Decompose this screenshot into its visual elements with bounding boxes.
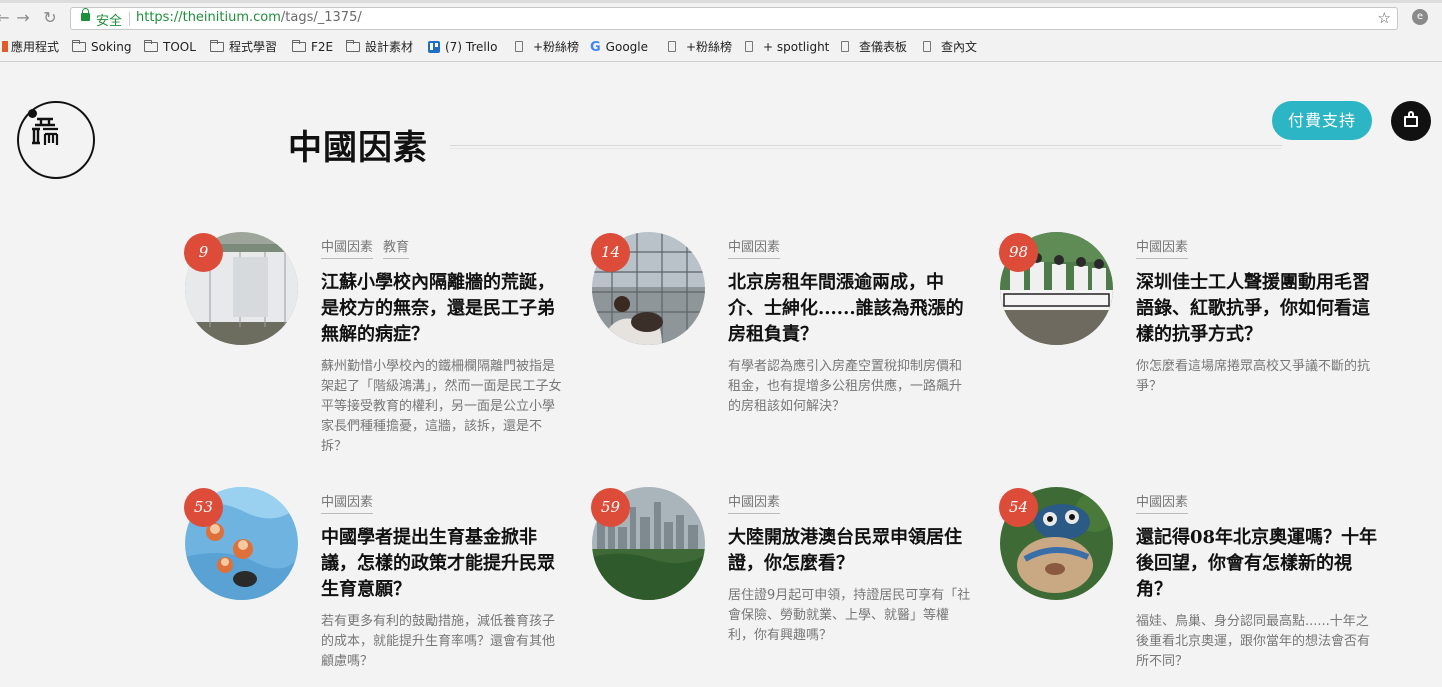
- article-tags: 中國因素: [728, 491, 790, 514]
- folder-icon: [346, 40, 360, 52]
- page-icon: [923, 41, 931, 52]
- url-path: /tags/_1375/: [280, 10, 362, 25]
- tag-link[interactable]: 中國因素: [728, 236, 781, 259]
- tab-strip-edge: [0, 0, 1442, 3]
- bookmark-label: F2E: [311, 40, 334, 54]
- bookmark-label: 設計素材: [365, 40, 414, 54]
- bookmark-tool[interactable]: TOOL: [144, 38, 196, 56]
- bookmark-label: 查儀表板: [859, 40, 908, 54]
- page-title: 中國因素: [288, 128, 428, 168]
- trello-icon: [428, 41, 440, 53]
- bookmark-label: 查內文: [941, 40, 978, 54]
- article-summary: 若有更多有利的鼓勵措施，減低養育孩子的成本，就能提升生育率嗎？還會有其他顧慮嗎？: [321, 614, 556, 669]
- bookmark-programming[interactable]: 程式學習: [210, 38, 277, 56]
- address-separator: [129, 12, 130, 26]
- article-title[interactable]: 中國學者提出生育基金掀非議，怎樣的政策才能提升民眾生育意願？: [321, 525, 566, 603]
- bookmark-trello[interactable]: (7) Trello: [428, 38, 497, 56]
- page-icon: [841, 41, 849, 52]
- bookmark-label: Soking: [91, 40, 132, 54]
- page-icon: [668, 41, 676, 52]
- folder-icon: [144, 40, 158, 52]
- article-title[interactable]: 深圳佳士工人聲援團動用毛習語錄、紅歌抗爭，你如何看這樣的抗爭方式？: [1136, 270, 1381, 348]
- bookmark-label: +粉絲榜: [533, 40, 580, 54]
- tag-link[interactable]: 中國因素: [1136, 236, 1189, 259]
- bookmark-spotlight[interactable]: + spotlight: [745, 38, 829, 56]
- article-card[interactable]: 14 中國因素 北京房租年間漲逾兩成，中介、士紳化......誰該為飛漲的房租負…: [591, 232, 992, 432]
- bookmark-label: TOOL: [163, 40, 196, 54]
- apps-icon: [2, 41, 8, 52]
- tag-link[interactable]: 教育: [383, 236, 410, 259]
- article-card[interactable]: 53 中國因素 中國學者提出生育基金掀非議，怎樣的政策才能提升民眾生育意願？ 若…: [184, 487, 585, 687]
- comment-count-badge: 53: [184, 488, 223, 527]
- google-icon: G: [590, 40, 601, 55]
- bookmark-label: + spotlight: [763, 40, 830, 54]
- bookmark-label: 應用程式: [11, 40, 60, 54]
- back-icon[interactable]: ←: [0, 8, 12, 28]
- comment-count-badge: 14: [591, 233, 630, 272]
- title-divider: [450, 148, 1282, 149]
- article-tags: 中國因素 教育: [321, 236, 419, 259]
- address-bar[interactable]: 安全 https://theinitium.com/tags/_1375/ ☆: [70, 7, 1398, 30]
- article-tags: 中國因素: [728, 236, 790, 259]
- bookmark-label: (7) Trello: [445, 40, 498, 54]
- bookmark-content[interactable]: 查內文: [923, 38, 977, 56]
- secure-label: 安全: [96, 14, 123, 29]
- article-summary: 你怎麼看這場席捲眾高校又爭議不斷的抗爭？: [1136, 359, 1371, 394]
- article-tags: 中國因素: [1136, 491, 1198, 514]
- comment-count-badge: 59: [591, 488, 630, 527]
- page-icon: [515, 41, 523, 52]
- tag-link[interactable]: 中國因素: [1136, 491, 1189, 514]
- comment-count-badge: 54: [999, 488, 1038, 527]
- bookmark-fans-2[interactable]: +粉絲榜: [668, 38, 732, 56]
- bookmark-label: 程式學習: [229, 40, 278, 54]
- shopping-bag-icon: [1404, 116, 1418, 127]
- article-summary: 蘇州勤惜小學校內的鐵柵欄隔離門被指是架起了「階級鴻溝」，然而一面是民工子女平等接…: [321, 359, 562, 454]
- folder-icon: [72, 40, 86, 52]
- bookmark-dashboard[interactable]: 查儀表板: [841, 38, 907, 56]
- bookmark-apps[interactable]: 應用程式: [2, 38, 59, 56]
- bookmark-google[interactable]: G Google: [590, 38, 648, 56]
- comment-count-badge: 9: [184, 233, 223, 272]
- tag-link[interactable]: 中國因素: [728, 491, 781, 514]
- tag-link[interactable]: 中國因素: [321, 491, 374, 514]
- url-host: https://theinitium.com: [136, 10, 281, 25]
- article-tags: 中國因素: [321, 491, 383, 514]
- article-summary: 居住證9月起可申領，持證居民可享有「社會保險、勞動就業、上學、就醫」等權利，你有…: [728, 588, 971, 643]
- article-card[interactable]: 59 中國因素 大陸開放港澳台民眾申領居住證，你怎麼看？ 居住證9月起可申領，持…: [591, 487, 992, 687]
- evernote-extension-icon[interactable]: e: [1412, 9, 1428, 25]
- browser-chrome: ← → ↻ 安全 https://theinitium.com/tags/_13…: [0, 0, 1442, 62]
- reload-icon[interactable]: ↻: [41, 8, 59, 28]
- article-summary: 有學者認為應引入房產空置稅抑制房價和租金，也有提增多公租房供應，一路飆升的房租該…: [728, 359, 963, 414]
- article-title[interactable]: 北京房租年間漲逾兩成，中介、士紳化......誰該為飛漲的房租負責？: [728, 270, 973, 348]
- bookmark-soking[interactable]: Soking: [72, 38, 131, 56]
- support-button[interactable]: 付費支持: [1272, 101, 1372, 140]
- logo-glyph: [31, 117, 61, 150]
- bookmark-f2e[interactable]: F2E: [292, 38, 333, 56]
- bookmark-label: Google: [605, 40, 648, 54]
- folder-icon: [292, 40, 306, 52]
- shop-button[interactable]: [1391, 101, 1431, 141]
- page-icon: [745, 41, 753, 52]
- bookmark-fans-1[interactable]: +粉絲榜: [515, 38, 579, 56]
- site-logo[interactable]: [17, 101, 95, 179]
- article-card[interactable]: 54 中國因素 還記得08年北京奧運嗎？十年後回望，你會有怎樣新的視角？ 福娃、…: [999, 487, 1400, 687]
- article-title[interactable]: 江蘇小學校內隔離牆的荒誕，是校方的無奈，還是民工子弟無解的病症？: [321, 270, 566, 348]
- url-text[interactable]: https://theinitium.com/tags/_1375/: [136, 10, 362, 25]
- bookmark-star-icon[interactable]: ☆: [1378, 9, 1391, 27]
- forward-icon[interactable]: →: [14, 8, 32, 28]
- folder-icon: [210, 40, 224, 52]
- lock-icon: [81, 8, 90, 21]
- title-divider: [450, 145, 1282, 146]
- article-title[interactable]: 還記得08年北京奧運嗎？十年後回望，你會有怎樣新的視角？: [1136, 525, 1381, 603]
- bookmark-design-assets[interactable]: 設計素材: [346, 38, 413, 56]
- tag-link[interactable]: 中國因素: [321, 236, 374, 259]
- article-tags: 中國因素: [1136, 236, 1198, 259]
- article-summary: 福娃、鳥巢、身分認同最高點......十年之後重看北京奧運，跟你當年的想法會否有…: [1136, 614, 1371, 669]
- comment-count-badge: 98: [999, 233, 1038, 272]
- bookmark-label: +粉絲榜: [686, 40, 733, 54]
- article-title[interactable]: 大陸開放港澳台民眾申領居住證，你怎麼看？: [728, 525, 973, 577]
- article-card[interactable]: 98 中國因素 深圳佳士工人聲援團動用毛習語錄、紅歌抗爭，你如何看這樣的抗爭方式…: [999, 232, 1400, 432]
- article-card[interactable]: 9 中國因素 教育 江蘇小學校內隔離牆的荒誕，是校方的無奈，還是民工子弟無解的病症…: [184, 232, 585, 454]
